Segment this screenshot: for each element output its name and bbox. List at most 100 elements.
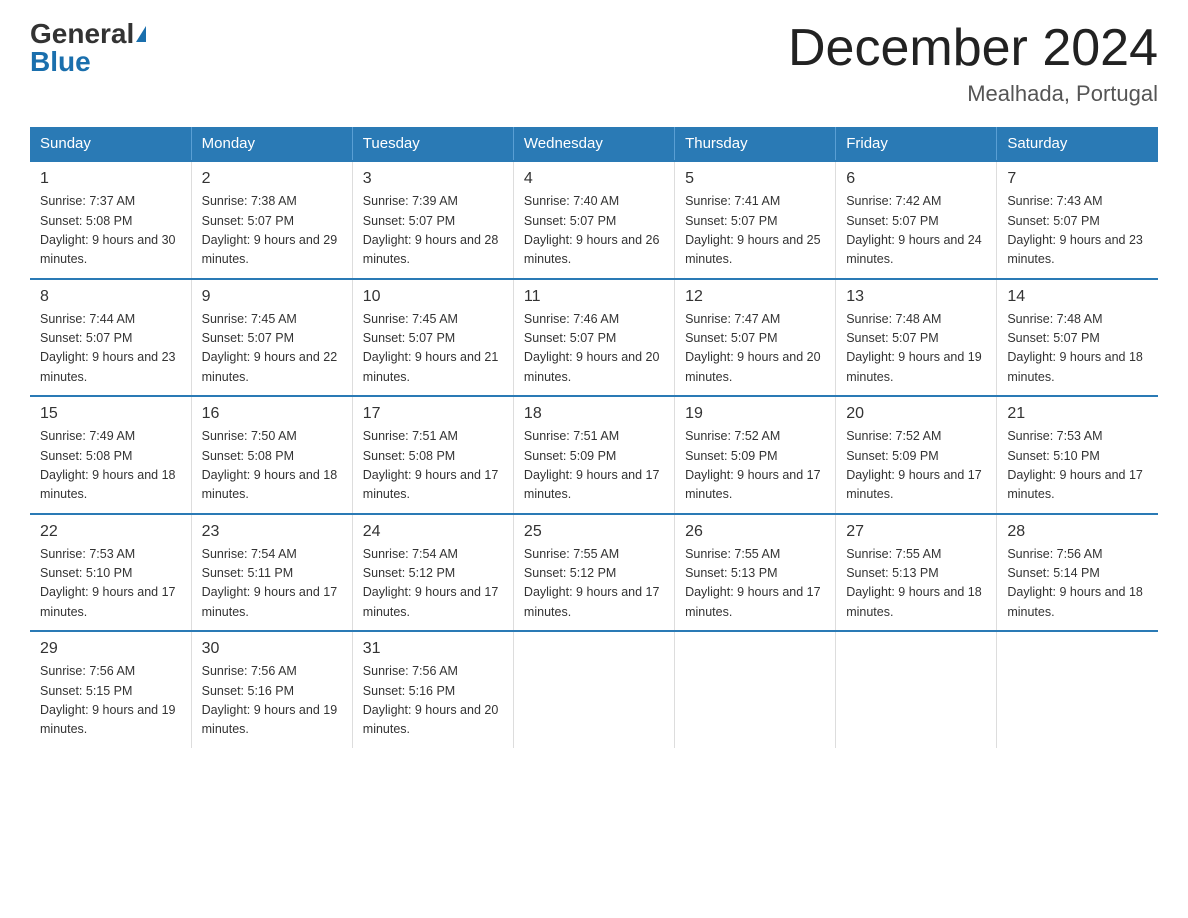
logo-triangle-icon [136,26,146,42]
day-cell: 14 Sunrise: 7:48 AMSunset: 5:07 PMDaylig… [997,279,1158,397]
day-cell [997,631,1158,748]
day-info: Sunrise: 7:43 AMSunset: 5:07 PMDaylight:… [1007,192,1148,270]
day-number: 2 [202,170,342,188]
day-number: 4 [524,170,664,188]
day-cell: 21 Sunrise: 7:53 AMSunset: 5:10 PMDaylig… [997,396,1158,514]
day-number: 26 [685,523,825,541]
day-cell: 12 Sunrise: 7:47 AMSunset: 5:07 PMDaylig… [675,279,836,397]
day-number: 1 [40,170,181,188]
day-cell: 5 Sunrise: 7:41 AMSunset: 5:07 PMDayligh… [675,161,836,279]
header-cell-wednesday: Wednesday [513,127,674,161]
month-title: December 2024 [788,20,1158,77]
day-number: 30 [202,640,342,658]
day-cell: 7 Sunrise: 7:43 AMSunset: 5:07 PMDayligh… [997,161,1158,279]
day-number: 31 [363,640,503,658]
day-info: Sunrise: 7:56 AMSunset: 5:16 PMDaylight:… [202,662,342,740]
day-info: Sunrise: 7:49 AMSunset: 5:08 PMDaylight:… [40,427,181,505]
header-row: SundayMondayTuesdayWednesdayThursdayFrid… [30,127,1158,161]
day-cell: 13 Sunrise: 7:48 AMSunset: 5:07 PMDaylig… [836,279,997,397]
day-info: Sunrise: 7:55 AMSunset: 5:13 PMDaylight:… [685,545,825,623]
day-info: Sunrise: 7:56 AMSunset: 5:16 PMDaylight:… [363,662,503,740]
day-number: 16 [202,405,342,423]
day-number: 15 [40,405,181,423]
day-cell: 6 Sunrise: 7:42 AMSunset: 5:07 PMDayligh… [836,161,997,279]
day-cell: 2 Sunrise: 7:38 AMSunset: 5:07 PMDayligh… [191,161,352,279]
day-cell: 20 Sunrise: 7:52 AMSunset: 5:09 PMDaylig… [836,396,997,514]
header-cell-saturday: Saturday [997,127,1158,161]
header-cell-sunday: Sunday [30,127,191,161]
week-row-3: 15 Sunrise: 7:49 AMSunset: 5:08 PMDaylig… [30,396,1158,514]
day-info: Sunrise: 7:41 AMSunset: 5:07 PMDaylight:… [685,192,825,270]
week-row-1: 1 Sunrise: 7:37 AMSunset: 5:08 PMDayligh… [30,161,1158,279]
day-cell: 29 Sunrise: 7:56 AMSunset: 5:15 PMDaylig… [30,631,191,748]
header-cell-friday: Friday [836,127,997,161]
day-info: Sunrise: 7:54 AMSunset: 5:12 PMDaylight:… [363,545,503,623]
header-cell-monday: Monday [191,127,352,161]
day-info: Sunrise: 7:46 AMSunset: 5:07 PMDaylight:… [524,310,664,388]
day-number: 25 [524,523,664,541]
day-info: Sunrise: 7:48 AMSunset: 5:07 PMDaylight:… [846,310,986,388]
day-cell: 27 Sunrise: 7:55 AMSunset: 5:13 PMDaylig… [836,514,997,632]
day-info: Sunrise: 7:50 AMSunset: 5:08 PMDaylight:… [202,427,342,505]
day-cell: 17 Sunrise: 7:51 AMSunset: 5:08 PMDaylig… [352,396,513,514]
day-info: Sunrise: 7:39 AMSunset: 5:07 PMDaylight:… [363,192,503,270]
day-cell: 26 Sunrise: 7:55 AMSunset: 5:13 PMDaylig… [675,514,836,632]
day-cell: 18 Sunrise: 7:51 AMSunset: 5:09 PMDaylig… [513,396,674,514]
calendar-header: SundayMondayTuesdayWednesdayThursdayFrid… [30,127,1158,161]
day-number: 21 [1007,405,1148,423]
day-info: Sunrise: 7:51 AMSunset: 5:09 PMDaylight:… [524,427,664,505]
day-number: 19 [685,405,825,423]
day-number: 20 [846,405,986,423]
day-cell: 22 Sunrise: 7:53 AMSunset: 5:10 PMDaylig… [30,514,191,632]
day-info: Sunrise: 7:38 AMSunset: 5:07 PMDaylight:… [202,192,342,270]
day-cell: 9 Sunrise: 7:45 AMSunset: 5:07 PMDayligh… [191,279,352,397]
week-row-2: 8 Sunrise: 7:44 AMSunset: 5:07 PMDayligh… [30,279,1158,397]
day-number: 12 [685,288,825,306]
day-info: Sunrise: 7:53 AMSunset: 5:10 PMDaylight:… [1007,427,1148,505]
day-info: Sunrise: 7:56 AMSunset: 5:15 PMDaylight:… [40,662,181,740]
day-number: 13 [846,288,986,306]
day-number: 6 [846,170,986,188]
day-info: Sunrise: 7:56 AMSunset: 5:14 PMDaylight:… [1007,545,1148,623]
day-number: 29 [40,640,181,658]
day-info: Sunrise: 7:53 AMSunset: 5:10 PMDaylight:… [40,545,181,623]
location: Mealhada, Portugal [788,81,1158,107]
day-number: 7 [1007,170,1148,188]
day-number: 27 [846,523,986,541]
day-info: Sunrise: 7:51 AMSunset: 5:08 PMDaylight:… [363,427,503,505]
day-cell: 31 Sunrise: 7:56 AMSunset: 5:16 PMDaylig… [352,631,513,748]
day-number: 18 [524,405,664,423]
day-number: 28 [1007,523,1148,541]
week-row-5: 29 Sunrise: 7:56 AMSunset: 5:15 PMDaylig… [30,631,1158,748]
day-info: Sunrise: 7:55 AMSunset: 5:12 PMDaylight:… [524,545,664,623]
day-cell: 25 Sunrise: 7:55 AMSunset: 5:12 PMDaylig… [513,514,674,632]
logo-general: General [30,20,134,48]
logo: General Blue [30,20,146,76]
day-number: 17 [363,405,503,423]
day-number: 5 [685,170,825,188]
logo-blue: Blue [30,48,91,76]
header-cell-tuesday: Tuesday [352,127,513,161]
day-number: 3 [363,170,503,188]
calendar-body: 1 Sunrise: 7:37 AMSunset: 5:08 PMDayligh… [30,161,1158,748]
day-info: Sunrise: 7:44 AMSunset: 5:07 PMDaylight:… [40,310,181,388]
day-number: 14 [1007,288,1148,306]
day-cell [513,631,674,748]
day-cell [675,631,836,748]
day-cell: 10 Sunrise: 7:45 AMSunset: 5:07 PMDaylig… [352,279,513,397]
header-cell-thursday: Thursday [675,127,836,161]
day-cell: 16 Sunrise: 7:50 AMSunset: 5:08 PMDaylig… [191,396,352,514]
day-cell: 23 Sunrise: 7:54 AMSunset: 5:11 PMDaylig… [191,514,352,632]
day-cell: 24 Sunrise: 7:54 AMSunset: 5:12 PMDaylig… [352,514,513,632]
day-cell: 3 Sunrise: 7:39 AMSunset: 5:07 PMDayligh… [352,161,513,279]
day-info: Sunrise: 7:47 AMSunset: 5:07 PMDaylight:… [685,310,825,388]
day-info: Sunrise: 7:45 AMSunset: 5:07 PMDaylight:… [363,310,503,388]
day-info: Sunrise: 7:54 AMSunset: 5:11 PMDaylight:… [202,545,342,623]
day-number: 11 [524,288,664,306]
day-number: 23 [202,523,342,541]
day-cell: 4 Sunrise: 7:40 AMSunset: 5:07 PMDayligh… [513,161,674,279]
page-header: General Blue December 2024 Mealhada, Por… [30,20,1158,107]
day-cell [836,631,997,748]
day-info: Sunrise: 7:52 AMSunset: 5:09 PMDaylight:… [846,427,986,505]
day-info: Sunrise: 7:45 AMSunset: 5:07 PMDaylight:… [202,310,342,388]
